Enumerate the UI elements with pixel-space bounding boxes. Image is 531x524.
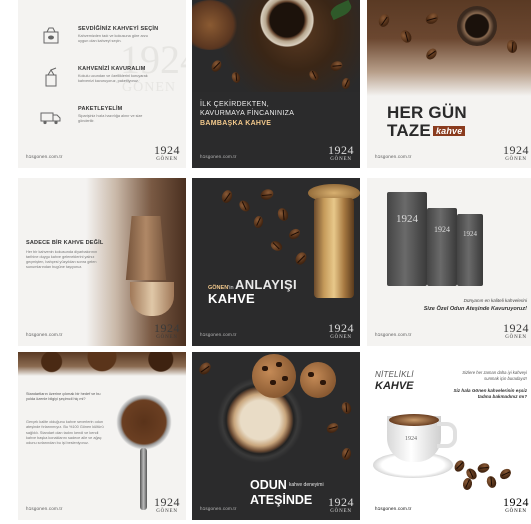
post-description: Gerçek kalite olduğunu kahve severlerin … <box>26 420 104 446</box>
post-tile-not-just-coffee[interactable]: SADECE BİR KAHVE DEĞİL Her bir kahvenin … <box>18 178 186 346</box>
coffee-bean-image <box>269 239 284 253</box>
cookie-image <box>252 354 296 398</box>
coffee-bean-image <box>253 215 264 229</box>
coffee-surface-image <box>389 414 439 426</box>
coffee-bean-image <box>485 474 498 490</box>
step-title: PAKETLEYELİM <box>78 106 123 112</box>
post-headline: Size Özel Odun Ateşinde Kavuruyoruz! <box>423 306 527 312</box>
website-handle: h1sgonen.com.tr <box>375 332 412 337</box>
website-handle: h1sgonen.com.tr <box>26 154 63 159</box>
brand-logo: 1924 GÖNEN <box>503 495 529 514</box>
post-description: Dünyanın en kaliteli kahvelerini <box>463 298 527 303</box>
post-tile-quality[interactable]: NİTELİKLİ KAHVE Sizlere her zaman daha i… <box>367 352 531 520</box>
brand-logo: 1924 GÖNEN <box>154 495 180 514</box>
coffee-bean-image <box>452 458 467 474</box>
website-handle: h1sgonen.com.tr <box>375 506 412 511</box>
coffee-bean-image <box>476 461 491 475</box>
cup-logo: 1924 <box>405 436 417 442</box>
post-headline: ODUN kahve deneyimi ATEŞİNDE <box>250 478 324 507</box>
coffee-pot-image <box>457 6 497 46</box>
website-handle: h1sgonen.com.tr <box>375 154 412 159</box>
coffee-bean-image <box>325 421 340 435</box>
coffee-bag-image: 1924 <box>387 192 427 286</box>
coffee-bean-image <box>276 206 290 223</box>
post-tile-fire[interactable]: ODUN kahve deneyimi ATEŞİNDE h1sgonen.com… <box>192 352 360 520</box>
brand-logo: 1924 GÖNEN <box>503 321 529 340</box>
website-handle: h1sgonen.com.tr <box>200 154 237 159</box>
coffee-bean-image <box>462 477 473 491</box>
post-description: Standartların üzerine çıkmak bir hedef v… <box>26 392 101 402</box>
coffee-grinder-image <box>314 198 354 298</box>
coffee-bag-image: 1924 <box>427 208 457 286</box>
brand-logo: 1924 GÖNEN <box>328 321 354 340</box>
post-headline: GÖNEN'in ANLAYIŞI KAHVE <box>208 277 297 306</box>
coffee-bean-image <box>220 188 234 205</box>
kahve-tag: kahve <box>432 125 466 136</box>
coffee-bean-image <box>237 198 252 214</box>
post-headline: SADECE BİR KAHVE DEĞİL <box>26 240 104 246</box>
post-description: Sizlere her zaman daha iyi kahveyi sunma… <box>462 370 527 381</box>
brand-logo: 1924 GÖNEN <box>328 143 354 162</box>
coffee-bag-image: 1924 <box>457 214 483 286</box>
brand-logo: 1924 GÖNEN <box>328 495 354 514</box>
delivery-truck-icon <box>40 106 62 128</box>
post-tile-first-bean[interactable]: İLK ÇEKİRDEKTEN, KAVURMAYA FİNCANINIZA B… <box>192 0 360 168</box>
post-tile-understanding[interactable]: GÖNEN'in ANLAYIŞI KAHVE h1sgonen.com.tr … <box>192 178 360 346</box>
post-headline: HER GÜN TAZE kahve <box>387 103 467 140</box>
post-tile-steps[interactable]: 1924 GÖNEN SEVDİĞİNİZ KAHVEYİ SEÇİN Kahv… <box>18 0 186 168</box>
coffee-beans-photo <box>18 352 186 376</box>
coffee-bean-image <box>287 226 302 242</box>
coffee-bean-image <box>196 360 214 377</box>
coffee-bean-icon <box>40 26 62 48</box>
website-handle: h1sgonen.com.tr <box>200 332 237 337</box>
coffee-scoop-image <box>116 394 172 450</box>
post-description: Her bir kahvenin kokusunda diyarbakırını… <box>26 250 98 270</box>
post-tile-every-day[interactable]: HER GÜN TAZE kahve h1sgonen.com.tr 1924 G… <box>367 0 531 168</box>
cup-handle-image <box>437 422 457 448</box>
coffee-bean-image <box>341 447 352 461</box>
step-desc: Siparişiniz hızla hazırlığa alınır ve si… <box>78 114 143 124</box>
coffee-bean-image <box>340 400 353 416</box>
step-desc: Kokulu ucundan ve özelliklerini koruyara… <box>78 74 148 84</box>
post-tile-bags[interactable]: 1924 1924 1924 Dünyanın en kaliteli kahv… <box>367 178 531 346</box>
website-handle: h1sgonen.com.tr <box>26 332 63 337</box>
coffee-bean-image <box>259 187 275 202</box>
brand-logo: 1924 GÖNEN <box>154 143 180 162</box>
post-headline: İLK ÇEKİRDEKTEN, KAVURMAYA FİNCANINIZA B… <box>200 101 295 127</box>
cookie-image <box>300 362 336 398</box>
website-handle: h1sgonen.com.tr <box>200 506 237 511</box>
coffee-bean-image <box>498 466 513 482</box>
step-title: SEVDİĞİNİZ KAHVEYİ SEÇİN <box>78 26 159 32</box>
brand-logo: 1924 GÖNEN <box>503 143 529 162</box>
scoop-handle-image <box>140 448 147 510</box>
grinder-icon <box>40 66 62 88</box>
coffee-bean-image <box>293 250 309 267</box>
brand-logo: 1924 GÖNEN <box>154 321 180 340</box>
post-headline: KAHVE <box>375 380 414 392</box>
step-desc: Kahvemizden tadı ve kokusuna göre arzu u… <box>78 34 148 44</box>
step-title: KAHVENİZİ KAVURALIM <box>78 66 146 72</box>
post-tile-scoop[interactable]: Standartların üzerine çıkmak bir hedef v… <box>18 352 186 520</box>
website-handle: h1sgonen.com.tr <box>26 506 63 511</box>
post-kicker: NİTELİKLİ <box>375 370 414 379</box>
post-question: Siz hala Gönen kahvelerinin eşsiz tadına… <box>453 388 527 400</box>
